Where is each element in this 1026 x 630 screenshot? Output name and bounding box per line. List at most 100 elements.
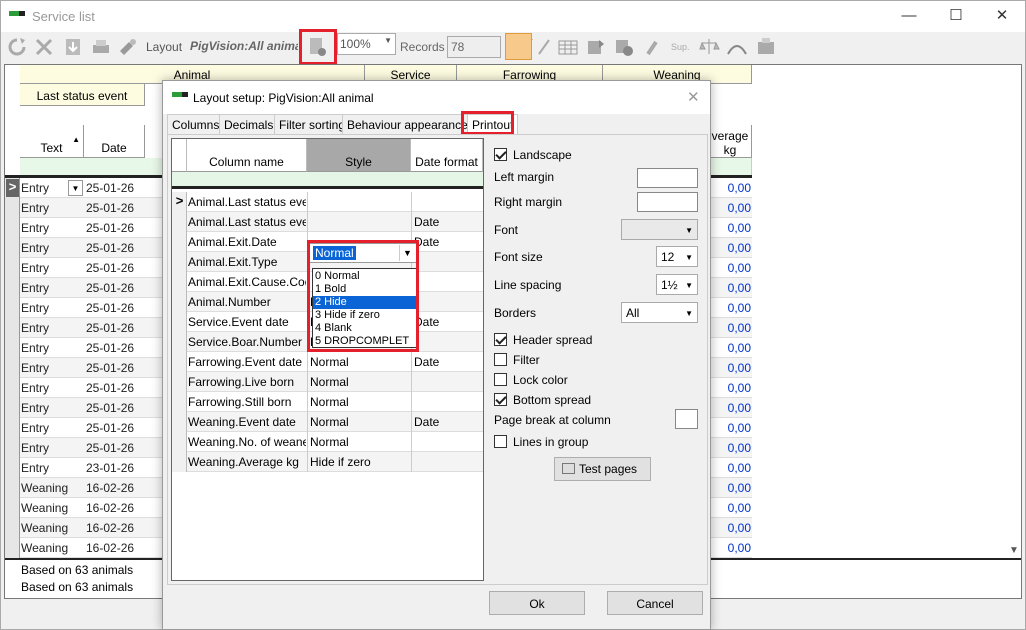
- row-selector[interactable]: [172, 392, 187, 412]
- table-row[interactable]: Farrowing.Event date Normal Date: [172, 352, 483, 372]
- row-selector[interactable]: [5, 298, 20, 318]
- row-selector[interactable]: [5, 358, 20, 378]
- cell-style[interactable]: Normal: [310, 355, 411, 369]
- row-selector[interactable]: [5, 418, 20, 438]
- table-filter-row[interactable]: [172, 172, 483, 189]
- ok-button[interactable]: Ok: [489, 591, 585, 615]
- cell-style[interactable]: Normal: [310, 375, 411, 389]
- tab-decimals[interactable]: Decimals: [219, 114, 279, 134]
- table-row[interactable]: Weaning.No. of weaned Normal: [172, 432, 483, 452]
- row-selector[interactable]: [172, 432, 187, 452]
- row-selector[interactable]: [5, 538, 20, 558]
- cell-date-format[interactable]: Date: [414, 235, 482, 249]
- lock-color-checkbox[interactable]: [494, 373, 507, 386]
- close-button[interactable]: ✕: [979, 5, 1025, 27]
- row-selector[interactable]: [5, 398, 20, 418]
- tab-behaviour-appearance[interactable]: Behaviour appearance: [342, 114, 473, 134]
- cell-date-format[interactable]: Date: [414, 355, 482, 369]
- zoom-select[interactable]: 100% ▼: [337, 33, 396, 55]
- font-size-select[interactable]: 12 ▼: [656, 246, 698, 267]
- row-selector[interactable]: [172, 232, 187, 252]
- row-selector[interactable]: [172, 352, 187, 372]
- tools-icon[interactable]: [117, 36, 139, 58]
- tab-filter-sorting[interactable]: Filter sorting: [274, 114, 351, 134]
- graph-icon[interactable]: [613, 36, 635, 58]
- row-selector[interactable]: [172, 332, 187, 352]
- row-selector[interactable]: [172, 412, 187, 432]
- table-row[interactable]: Farrowing.Live born Normal: [172, 372, 483, 392]
- filter-button[interactable]: [505, 33, 532, 60]
- table-row[interactable]: Weaning.Event date Normal Date: [172, 412, 483, 432]
- row-selector[interactable]: [172, 212, 187, 232]
- tab-columns[interactable]: Columns: [167, 114, 225, 134]
- borders-select[interactable]: All ▼: [621, 302, 698, 323]
- right-margin-input[interactable]: [637, 192, 698, 212]
- table-row[interactable]: Farrowing.Still born Normal: [172, 392, 483, 412]
- row-selector[interactable]: [5, 438, 20, 458]
- sub-header-last-status[interactable]: Last status event: [20, 84, 145, 106]
- cell-style[interactable]: Normal: [310, 415, 411, 429]
- row-selector[interactable]: [5, 458, 20, 478]
- row-selector[interactable]: [5, 258, 20, 278]
- machine-icon[interactable]: [755, 36, 777, 58]
- sup-icon[interactable]: Sup.: [671, 36, 693, 58]
- pen-icon[interactable]: [534, 36, 556, 58]
- row-selector[interactable]: [5, 478, 20, 498]
- row-selector[interactable]: [5, 378, 20, 398]
- table-row[interactable]: Animal.Last status event >: [172, 192, 483, 212]
- filter-checkbox[interactable]: [494, 353, 507, 366]
- test-pages-button[interactable]: Test pages: [554, 457, 651, 481]
- row-selector[interactable]: [5, 278, 20, 298]
- bottom-spread-checkbox[interactable]: [494, 393, 507, 406]
- font-select[interactable]: ▼: [621, 219, 698, 240]
- col-header-average-kg[interactable]: verage kg: [709, 125, 752, 158]
- col-header-text[interactable]: Text ▲: [20, 125, 84, 158]
- scroll-down-icon[interactable]: ▼: [1009, 545, 1019, 556]
- row-selector[interactable]: [5, 198, 20, 218]
- cell-date-format[interactable]: Date: [414, 315, 482, 329]
- export-icon[interactable]: [585, 36, 607, 58]
- row-selector[interactable]: [5, 498, 20, 518]
- table-row[interactable]: Animal.Last status event Date: [172, 212, 483, 232]
- col-header-date-format[interactable]: Date format: [411, 139, 483, 172]
- row-selector[interactable]: [172, 292, 187, 312]
- left-margin-input[interactable]: [637, 168, 698, 188]
- page-break-input[interactable]: [675, 409, 698, 429]
- row-selector[interactable]: [172, 272, 187, 292]
- curve-icon[interactable]: [726, 36, 748, 58]
- table-row[interactable]: Weaning.Average kg Hide if zero: [172, 452, 483, 472]
- minimize-button[interactable]: —: [886, 5, 932, 27]
- scale-icon[interactable]: [698, 36, 720, 58]
- brush-icon[interactable]: [642, 36, 664, 58]
- row-selector[interactable]: [5, 338, 20, 358]
- print-icon[interactable]: [90, 36, 112, 58]
- cell-dropdown-button[interactable]: ▼: [68, 180, 83, 196]
- col-header-date[interactable]: Date: [84, 125, 145, 158]
- row-selector[interactable]: [172, 372, 187, 392]
- cell-date-format[interactable]: Date: [414, 415, 482, 429]
- table-icon[interactable]: [557, 36, 579, 58]
- cancel-button[interactable]: Cancel: [607, 591, 703, 615]
- cell-date-format[interactable]: Date: [414, 215, 482, 229]
- line-spacing-select[interactable]: 1½ ▼: [656, 274, 698, 295]
- row-selector[interactable]: [172, 252, 187, 272]
- download-icon[interactable]: [62, 36, 84, 58]
- cell-style[interactable]: Normal: [310, 435, 411, 449]
- col-header-style[interactable]: Style: [307, 139, 411, 172]
- delete-icon[interactable]: [33, 36, 55, 58]
- refresh-icon[interactable]: [6, 36, 28, 58]
- row-selector[interactable]: [172, 452, 187, 472]
- row-selector[interactable]: [5, 518, 20, 538]
- row-selector[interactable]: [5, 318, 20, 338]
- cell-style[interactable]: Hide if zero: [310, 455, 411, 469]
- row-selector[interactable]: [172, 312, 187, 332]
- row-selector[interactable]: [5, 238, 20, 258]
- maximize-button[interactable]: ☐: [933, 5, 979, 27]
- landscape-checkbox[interactable]: [494, 148, 507, 161]
- lines-in-group-checkbox[interactable]: [494, 435, 507, 448]
- row-selector[interactable]: [5, 218, 20, 238]
- col-header-column-name[interactable]: Column name: [187, 139, 307, 172]
- dialog-close-button[interactable]: ✕: [687, 88, 700, 106]
- cell-style[interactable]: Normal: [310, 395, 411, 409]
- header-spread-checkbox[interactable]: [494, 333, 507, 346]
